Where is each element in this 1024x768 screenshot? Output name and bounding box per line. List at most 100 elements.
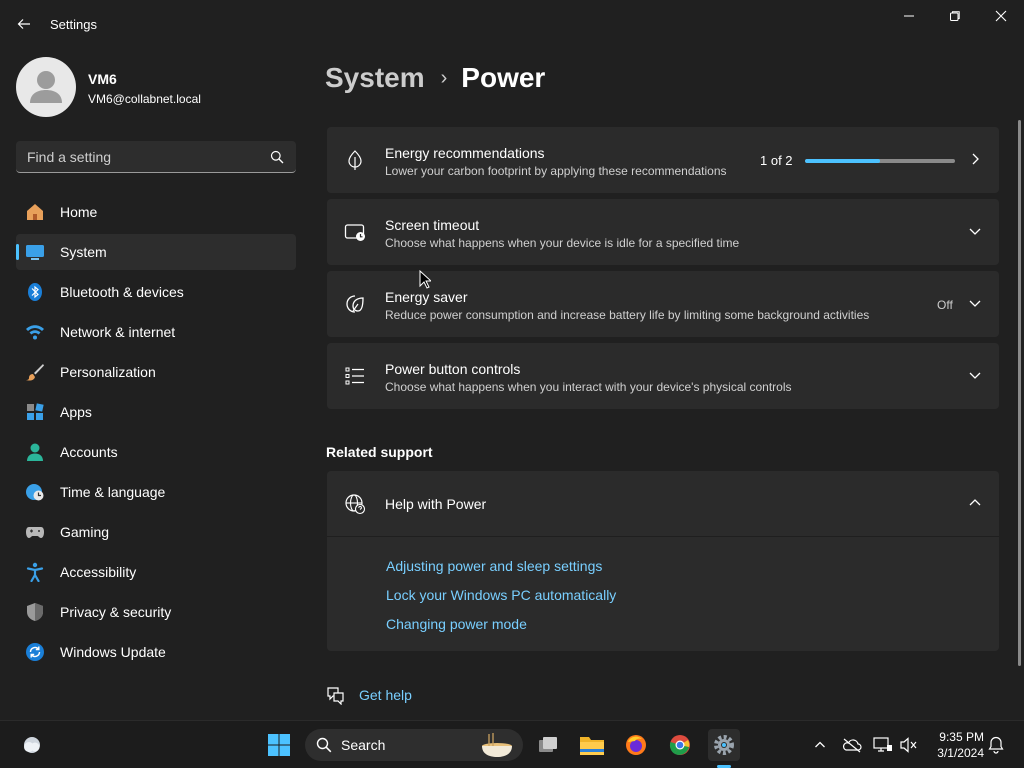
weather-icon [24, 737, 40, 753]
sidebar-item-label: Personalization [60, 364, 156, 380]
settings-app-button[interactable] [708, 729, 740, 761]
chevron-right-icon [972, 153, 979, 165]
system-icon [26, 245, 44, 260]
sidebar-item-windows-update[interactable]: Windows Update [16, 634, 296, 670]
sidebar-item-label: System [60, 244, 107, 260]
avatar [16, 57, 76, 117]
sidebar-item-time-language[interactable]: Time & language [16, 474, 296, 510]
task-view-button[interactable] [532, 729, 564, 761]
sidebar-item-gaming[interactable]: Gaming [16, 514, 296, 550]
chrome-icon [669, 735, 690, 755]
card-subtitle: Choose what happens when you interact wi… [385, 380, 792, 394]
card-subtitle: Choose what happens when your device is … [385, 236, 740, 250]
user-email: VM6@collabnet.local [88, 92, 201, 106]
breadcrumb-parent[interactable]: System [325, 62, 425, 94]
breadcrumb: System › Power [325, 58, 545, 98]
close-icon [995, 10, 1007, 22]
accessibility-icon [26, 562, 44, 582]
chevron-down-icon [969, 372, 981, 379]
minimize-icon [904, 15, 914, 17]
network-icon [873, 737, 892, 752]
sidebar-item-network[interactable]: Network & internet [16, 314, 296, 350]
help-link[interactable]: Adjusting power and sleep settings [386, 558, 616, 575]
recommendation-progress [805, 159, 955, 163]
sidebar-item-bluetooth[interactable]: Bluetooth & devices [16, 274, 296, 310]
clock-date: 3/1/2024 [937, 746, 984, 760]
sidebar-item-home[interactable]: Home [16, 194, 296, 230]
user-profile[interactable]: VM6 VM6@collabnet.local [16, 57, 296, 117]
restore-button[interactable] [932, 0, 978, 32]
wifi-icon [26, 325, 44, 340]
windows-logo-icon [268, 734, 290, 756]
help-links: Adjusting power and sleep settings Lock … [386, 558, 616, 645]
energy-saver-state: Off [937, 298, 953, 312]
chrome-button[interactable] [664, 729, 696, 761]
screen-timeout-card[interactable]: Screen timeout Choose what happens when … [327, 199, 999, 265]
energy-recommendations-card[interactable]: Energy recommendations Lower your carbon… [327, 127, 999, 193]
minimize-button[interactable] [886, 0, 932, 32]
help-with-power-header[interactable]: Help with Power [327, 471, 999, 537]
chevron-up-icon [969, 499, 981, 506]
volume-button[interactable] [893, 729, 925, 761]
help-title: Help with Power [385, 496, 487, 512]
sidebar-item-label: Privacy & security [60, 604, 172, 620]
person-icon [30, 71, 62, 103]
search-field[interactable] [16, 141, 296, 173]
chevron-down-icon [969, 228, 981, 235]
search-input[interactable] [16, 141, 261, 172]
power-button-controls-card[interactable]: Power button controls Choose what happen… [327, 343, 999, 409]
card-title: Energy saver [385, 289, 468, 305]
apps-icon [27, 403, 44, 420]
back-button[interactable] [10, 10, 38, 38]
sidebar-item-accessibility[interactable]: Accessibility [16, 554, 296, 590]
taskbar-search[interactable]: Search [305, 729, 523, 761]
taskbar: Search 9:35 PM 3/1/2024 [0, 720, 1024, 768]
sidebar-item-label: Network & internet [60, 324, 176, 340]
leaf-icon [348, 150, 362, 170]
card-subtitle: Lower your carbon footprint by applying … [385, 164, 727, 178]
sidebar-item-personalization[interactable]: Personalization [16, 354, 296, 390]
help-with-power-card: Help with Power Adjusting power and slee… [327, 471, 999, 651]
sidebar-item-label: Accounts [60, 444, 118, 460]
sidebar-item-label: Time & language [60, 484, 166, 500]
sidebar-item-system[interactable]: System [16, 234, 296, 270]
tray-overflow-button[interactable] [804, 729, 836, 761]
taskbar-clock[interactable]: 9:35 PM 3/1/2024 [928, 729, 984, 761]
home-icon [27, 204, 43, 220]
page-title: Power [461, 62, 546, 93]
firefox-button[interactable] [620, 729, 652, 761]
onedrive-button[interactable] [836, 729, 868, 761]
gear-icon [714, 735, 734, 755]
noodle-bowl-icon [482, 733, 512, 757]
accounts-icon [27, 443, 43, 461]
sidebar-item-label: Gaming [60, 524, 110, 540]
title-bar: Settings [0, 0, 1024, 48]
list-icon [345, 367, 364, 385]
progress-fill [805, 159, 880, 163]
weather-widget[interactable] [16, 729, 48, 761]
search-icon [270, 150, 284, 164]
globe-help-icon [345, 494, 366, 515]
mouse-cursor-icon [419, 270, 431, 289]
bell-icon [988, 736, 1004, 754]
sidebar-item-privacy-security[interactable]: Privacy & security [16, 594, 296, 630]
card-title: Energy recommendations [385, 145, 545, 161]
brush-icon [26, 364, 44, 381]
scrollbar[interactable] [1018, 120, 1021, 666]
sidebar-item-apps[interactable]: Apps [16, 394, 296, 430]
start-button[interactable] [263, 729, 295, 761]
close-button[interactable] [978, 0, 1024, 32]
help-link[interactable]: Lock your Windows PC automatically [386, 587, 616, 604]
gamepad-icon [26, 527, 44, 538]
clock-time: 9:35 PM [939, 730, 984, 744]
file-explorer-button[interactable] [576, 729, 608, 761]
sidebar-item-label: Apps [60, 404, 92, 420]
app-title: Settings [50, 17, 97, 32]
screen-timeout-icon [344, 224, 365, 241]
notifications-button[interactable] [980, 729, 1012, 761]
sidebar-nav: Home System Bluetooth & devices Network … [16, 194, 296, 674]
help-link[interactable]: Changing power mode [386, 616, 616, 633]
chevron-down-icon [969, 300, 981, 307]
sidebar-item-accounts[interactable]: Accounts [16, 434, 296, 470]
folder-icon [580, 737, 604, 755]
